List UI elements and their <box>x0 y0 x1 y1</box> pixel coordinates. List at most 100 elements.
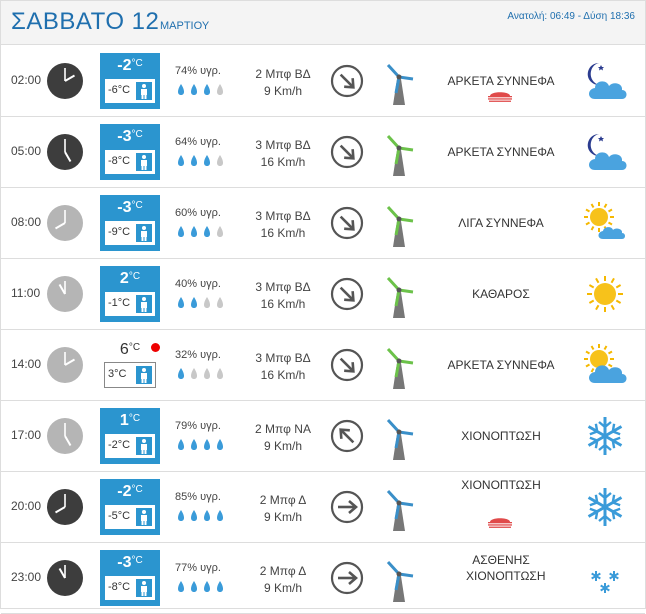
wind-speed: 16 Km/h <box>260 226 306 240</box>
humidity-label: 64% υγρ. <box>175 136 221 148</box>
humidity-drops-icon <box>177 438 237 452</box>
temp-number: -3 <box>117 199 132 216</box>
temp-unit: °C <box>128 271 141 282</box>
feels-like-value: -9°C <box>108 226 131 238</box>
forecast-row: 05:00 -3°C -8°C 64% υγρ. 3 Μπφ ΒΔ 16 Km/h ΑΡΚΕ… <box>1 116 645 188</box>
temperature-value: 1°C <box>100 412 160 430</box>
wind-direction-arrow-icon <box>330 561 364 595</box>
wind-speed: 16 Km/h <box>260 297 306 311</box>
temperature-box: -3°C -8°C <box>100 550 160 606</box>
temperature-value: -2°C <box>100 483 160 501</box>
person-icon <box>136 366 152 384</box>
feels-like-box: -8°C <box>104 575 156 601</box>
wind-speed: 9 Km/h <box>263 439 302 453</box>
condition-label: ΑΡΚΕΤΑ ΣΥΝΝΕΦΑ <box>447 74 555 88</box>
condition-label: ΚΑΘΑΡΟΣ <box>472 287 530 301</box>
person-icon <box>136 153 152 171</box>
temp-unit: °C <box>131 129 143 140</box>
wind-force: 2 Μπφ ΝΑ <box>255 422 311 436</box>
feels-like-value: -6°C <box>108 84 131 96</box>
wind-speed: 9 Km/h <box>263 84 302 98</box>
humidity-drops-icon <box>177 225 237 239</box>
feels-like-box: -2°C <box>104 433 156 459</box>
wind-speed: 16 Km/h <box>260 368 306 382</box>
wind-info: 2 Μπφ ΒΔ 9 Km/h <box>243 66 323 100</box>
temp-number: -2 <box>117 483 132 500</box>
humidity-label: 32% υγρ. <box>175 349 221 361</box>
frost-icon <box>487 515 513 528</box>
light-snow-icon <box>581 556 629 600</box>
temp-unit: °C <box>131 58 143 69</box>
temperature-box: -3°C -8°C <box>100 124 160 180</box>
wind-turbine-icon <box>382 556 416 602</box>
wind-direction-arrow-icon <box>330 135 364 169</box>
condition-label: ΑΡΚΕΤΑ ΣΥΝΝΕΦΑ <box>447 145 555 159</box>
temperature-box: -2°C -5°C <box>100 479 160 535</box>
feels-like-box: -9°C <box>104 220 156 246</box>
humidity-drops-icon <box>177 509 237 523</box>
humidity-drops-icon <box>177 367 237 381</box>
sunrise-sunset: Ανατολή: 06:49 - Δύση 18:36 <box>507 11 635 22</box>
person-icon <box>136 224 152 242</box>
clock-icon <box>46 346 84 384</box>
temp-unit: °C <box>128 342 141 353</box>
sun-cloud-icon <box>581 343 629 387</box>
wind-force: 3 Μπφ ΒΔ <box>255 351 311 365</box>
temperature-box: 2°C -1°C <box>100 266 160 322</box>
wind-direction-arrow-icon <box>330 490 364 524</box>
humidity-label: 79% υγρ. <box>175 420 221 432</box>
wind-turbine-icon <box>382 414 416 460</box>
feels-like-value: -1°C <box>108 297 131 309</box>
frost-icon <box>487 89 513 102</box>
forecast-row: 20:00 -2°C -5°C 85% υγρ. 2 Μπφ Δ 9 Km/h ΧΙΟΝΟΠ… <box>1 471 645 543</box>
temp-number: 2 <box>119 270 129 287</box>
time-label: 23:00 <box>11 570 42 584</box>
feels-like-box: -5°C <box>104 504 156 530</box>
feels-like-value: -8°C <box>108 581 131 593</box>
person-icon <box>136 508 152 526</box>
condition-label: ΛΙΓΑ ΣΥΝΝΕΦΑ <box>458 216 544 230</box>
temp-number: -2 <box>117 57 132 74</box>
wind-force: 3 Μπφ ΒΔ <box>255 280 311 294</box>
temperature-value: 2°C <box>100 270 160 288</box>
humidity-label: 60% υγρ. <box>175 207 221 219</box>
feels-like-box: -1°C <box>104 291 156 317</box>
alert-dot <box>151 343 160 352</box>
moon-cloud-icon <box>581 130 629 174</box>
feels-like-value: -2°C <box>108 439 131 451</box>
temperature-value: -3°C <box>100 554 160 572</box>
time-label: 14:00 <box>11 357 42 371</box>
humidity-label: 77% υγρ. <box>175 562 221 574</box>
feels-like-value: -8°C <box>108 155 131 167</box>
wind-turbine-icon <box>382 485 416 531</box>
wind-info: 2 Μπφ Δ 9 Km/h <box>243 492 323 526</box>
clock-icon <box>46 275 84 313</box>
wind-info: 3 Μπφ ΒΔ 16 Km/h <box>243 350 323 384</box>
humidity-label: 85% υγρ. <box>175 491 221 503</box>
wind-direction-arrow-icon <box>330 206 364 240</box>
feels-like-value: -5°C <box>108 510 131 522</box>
forecast-panel: ΣΑΒΒΑΤΟ 12 ΜΑΡΤΙΟΥ Ανατολή: 06:49 - Δύση… <box>0 0 646 614</box>
wind-direction-arrow-icon <box>330 348 364 382</box>
temperature-value: -3°C <box>100 199 160 217</box>
time-label: 11:00 <box>11 286 41 300</box>
snowflake-icon <box>581 414 629 458</box>
person-icon <box>136 437 152 455</box>
wind-force: 2 Μπφ Δ <box>259 493 307 507</box>
day-title: ΣΑΒΒΑΤΟ 12 <box>11 8 160 35</box>
time-label: 08:00 <box>11 215 42 229</box>
time-label: 02:00 <box>11 73 42 87</box>
temperature-box: -3°C -9°C <box>100 195 160 251</box>
wind-turbine-icon <box>382 201 416 247</box>
wind-turbine-icon <box>382 59 416 105</box>
time-label: 20:00 <box>11 499 42 513</box>
humidity-drops-icon <box>177 580 237 594</box>
person-icon <box>136 579 152 597</box>
temperature-value: -3°C <box>100 128 160 146</box>
wind-turbine-icon <box>382 130 416 176</box>
wind-turbine-icon <box>382 272 416 318</box>
wind-force: 3 Μπφ ΒΔ <box>255 138 311 152</box>
month-label: ΜΑΡΤΙΟΥ <box>160 20 210 32</box>
snowflake-icon <box>581 485 629 529</box>
person-icon <box>136 82 152 100</box>
